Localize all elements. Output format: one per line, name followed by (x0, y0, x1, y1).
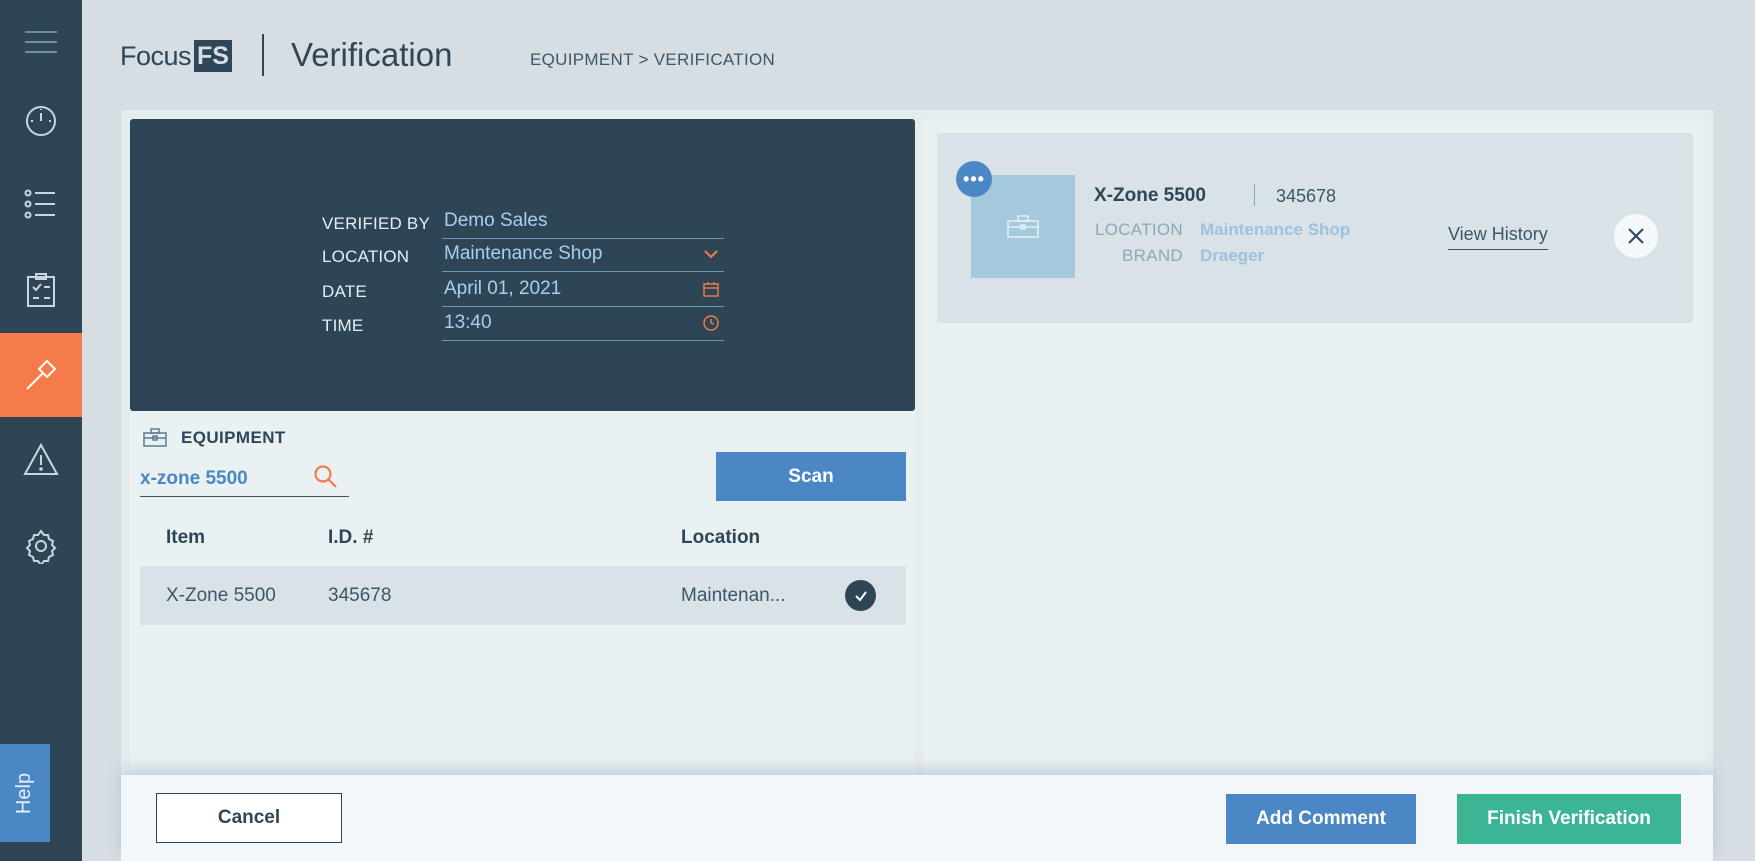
location-value: Maintenance Shop (444, 243, 603, 264)
selected-name: X-Zone 5500 (1094, 185, 1206, 206)
sidebar-menu-button[interactable] (0, 0, 82, 84)
time-value: 13:40 (444, 312, 492, 333)
calendar-icon (703, 282, 719, 297)
verified-by-label: VERIFIED BY (322, 214, 431, 233)
sidebar-item-alerts[interactable] (0, 418, 82, 502)
list-icon (24, 189, 55, 219)
selected-id: 345678 (1276, 186, 1337, 206)
clock-icon (703, 315, 719, 331)
equipment-search-input[interactable]: x-zone 5500 (140, 462, 349, 497)
equipment-heading-label: EQUIPMENT (181, 428, 286, 447)
sidebar: Help (0, 0, 82, 861)
checkmark-icon (854, 590, 867, 602)
search-icon[interactable] (313, 464, 339, 490)
selected-location-label: LOCATION (1094, 220, 1183, 239)
close-icon (1628, 228, 1644, 244)
gear-icon (25, 529, 57, 564)
toolbox-icon (143, 428, 167, 447)
chevron-down-icon (704, 250, 718, 259)
help-tab[interactable]: Help (0, 744, 50, 842)
scan-button[interactable]: Scan (716, 452, 906, 501)
sidebar-item-checklists[interactable] (0, 248, 82, 332)
selected-brand-label: BRAND (1121, 246, 1183, 265)
column-header-item[interactable]: Item (166, 527, 205, 549)
more-options-button[interactable]: ••• (956, 161, 992, 197)
toolbox-icon (1007, 214, 1039, 238)
table-row[interactable]: X-Zone 5500 345678 Maintenan... (140, 566, 906, 625)
sidebar-item-dashboard[interactable] (0, 77, 82, 161)
verified-by-field[interactable]: Demo Sales (442, 208, 724, 239)
finish-verification-button[interactable]: Finish Verification (1457, 794, 1681, 844)
equipment-heading: EQUIPMENT (143, 428, 286, 448)
sidebar-item-equipment[interactable] (0, 333, 82, 417)
hammer-icon (26, 359, 57, 390)
logo-text: Focus (120, 40, 192, 71)
row-location: Maintenan... (681, 585, 786, 606)
time-label: TIME (322, 316, 364, 335)
row-item: X-Zone 5500 (166, 585, 276, 606)
column-header-location[interactable]: Location (681, 527, 760, 549)
cancel-button[interactable]: Cancel (156, 793, 342, 843)
date-label: DATE (322, 282, 367, 301)
header-divider (262, 34, 264, 76)
verified-by-value: Demo Sales (444, 210, 548, 231)
card-separator (1254, 184, 1255, 206)
view-history-link[interactable]: View History (1448, 224, 1548, 250)
column-header-id[interactable]: I.D. # (328, 527, 373, 549)
checklist-clipboard-icon (27, 273, 55, 307)
app-logo: Focus FS (120, 38, 232, 74)
selected-location-value: Maintenance Shop (1200, 220, 1351, 239)
sidebar-item-settings[interactable] (0, 504, 82, 588)
selected-brand-value: Draeger (1200, 246, 1265, 265)
row-id: 345678 (328, 585, 392, 606)
location-label: LOCATION (322, 247, 410, 266)
date-value: April 01, 2021 (444, 278, 562, 299)
breadcrumb: EQUIPMENT > VERIFICATION (530, 50, 776, 69)
sidebar-item-list[interactable] (0, 162, 82, 246)
add-comment-button[interactable]: Add Comment (1226, 794, 1416, 844)
page-title: Verification (291, 36, 453, 73)
dashboard-gauge-icon (26, 106, 56, 136)
time-field[interactable]: 13:40 (442, 310, 724, 341)
row-selected-check[interactable] (845, 580, 876, 611)
date-field[interactable]: April 01, 2021 (442, 276, 724, 307)
help-label: Help (13, 772, 36, 814)
warning-icon (23, 442, 59, 475)
equipment-search-value: x-zone 5500 (140, 468, 248, 489)
location-select[interactable]: Maintenance Shop (442, 241, 724, 272)
more-options-icon: ••• (963, 168, 985, 189)
menu-icon (25, 31, 57, 53)
close-card-button[interactable] (1614, 214, 1658, 258)
logo-box: FS (194, 40, 232, 72)
